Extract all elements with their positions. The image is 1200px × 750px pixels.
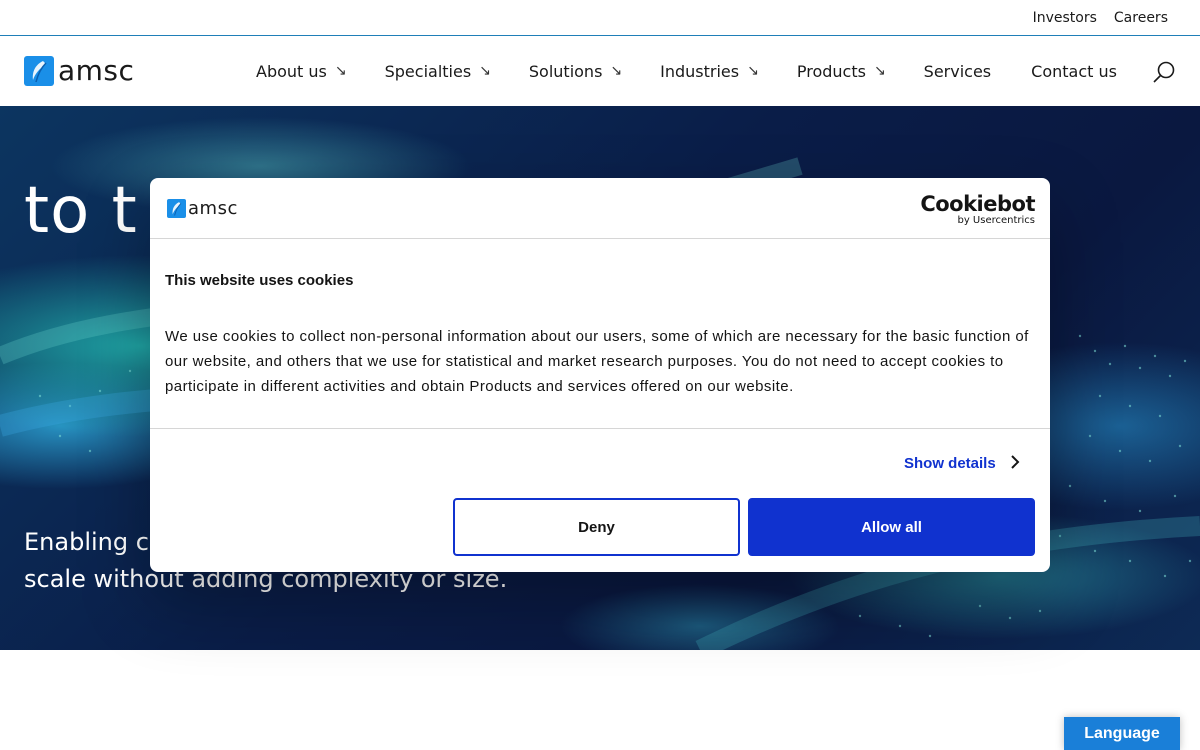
cookiebot-tagline: by Usercentrics <box>957 215 1035 226</box>
dialog-body-text: We use cookies to collect non-personal i… <box>165 328 1029 395</box>
nav-item-label: Specialties <box>384 61 472 81</box>
investors-link[interactable]: Investors <box>1033 10 1097 26</box>
nav-item-solutions[interactable]: Solutions ↘ <box>529 62 622 81</box>
nav-menu: About us ↘ Specialties ↘ Solutions ↘ Ind… <box>256 36 1117 106</box>
nav-item-label: Contact us <box>1031 61 1117 81</box>
nav-item-specialties[interactable]: Specialties ↘ <box>385 62 491 81</box>
show-details-label: Show details <box>904 454 996 472</box>
arrow-down-right-icon: ↘ <box>610 63 623 79</box>
chevron-right-icon <box>1010 454 1020 472</box>
amsc-logo-icon <box>24 56 54 86</box>
nav-item-label: Industries <box>660 61 740 81</box>
nav-item-label: About us <box>256 61 327 81</box>
site-logo[interactable]: amsc <box>24 56 134 86</box>
utility-bar: Investors Careers <box>0 0 1200 36</box>
amsc-logo-icon <box>167 199 186 218</box>
arrow-down-right-icon: ↘ <box>747 63 759 79</box>
search-icon[interactable] <box>1152 60 1176 84</box>
hero-headline: to t <box>24 174 138 248</box>
dialog-site-logo: amsc <box>167 199 238 218</box>
nav-item-label: Products <box>796 61 866 81</box>
cookiebot-logo[interactable]: Cookiebot by Usercentrics <box>920 193 1035 227</box>
arrow-down-right-icon: ↘ <box>479 63 491 79</box>
cookiebot-name: Cookiebot <box>920 192 1035 216</box>
main-nav: amsc About us ↘ Specialties ↘ Solutions … <box>0 36 1200 106</box>
nav-item-contact-us[interactable]: Contact us <box>1031 62 1117 81</box>
nav-item-services[interactable]: Services <box>924 62 991 81</box>
arrow-down-right-icon: ↘ <box>873 63 886 79</box>
dialog-header: amsc Cookiebot by Usercentrics <box>150 178 1050 239</box>
careers-link[interactable]: Careers <box>1114 10 1168 26</box>
dialog-divider <box>150 428 1050 429</box>
nav-item-about-us[interactable]: About us ↘ <box>256 62 347 81</box>
allow-all-button[interactable]: Allow all <box>748 498 1035 556</box>
show-details-link[interactable]: Show details <box>904 454 1020 472</box>
arrow-down-right-icon: ↘ <box>334 63 347 79</box>
nav-item-industries[interactable]: Industries ↘ <box>660 62 759 81</box>
cookie-consent-dialog: amsc Cookiebot by Usercentrics This webs… <box>150 178 1050 572</box>
logo-text: amsc <box>58 54 135 87</box>
nav-item-label: Solutions <box>528 61 603 81</box>
language-button[interactable]: Language <box>1064 717 1180 750</box>
dialog-logo-text: amsc <box>188 198 238 219</box>
dialog-title: This website uses cookies <box>165 272 354 289</box>
nav-item-products[interactable]: Products ↘ <box>797 62 886 81</box>
deny-button[interactable]: Deny <box>453 498 740 556</box>
nav-item-label: Services <box>923 61 992 81</box>
